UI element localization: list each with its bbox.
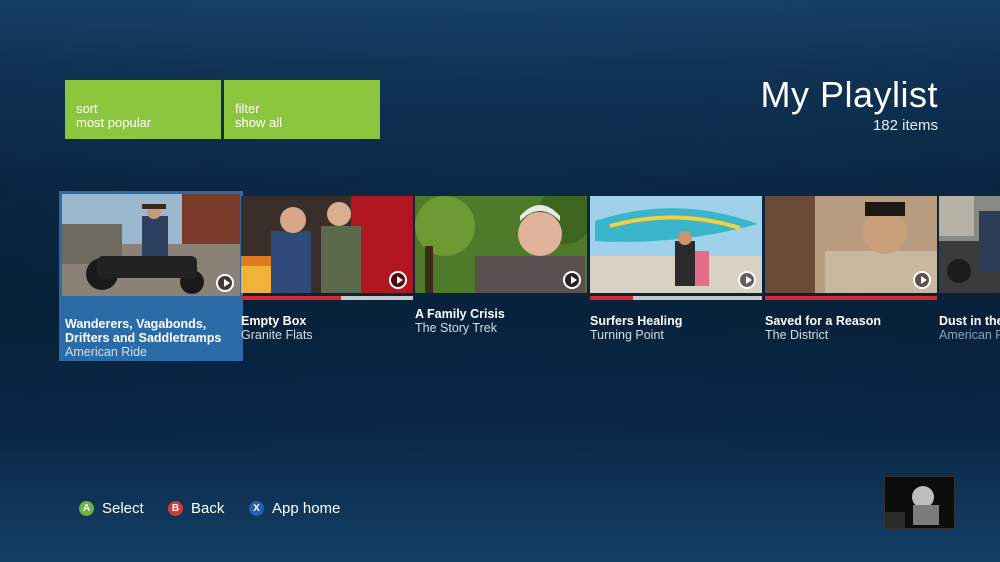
item-subtitle: Turning Point [590, 328, 664, 342]
item-title: Surfers Healing [590, 314, 683, 328]
sort-label: sort [76, 101, 98, 116]
watch-progress-fill [241, 296, 341, 300]
filter-label: filter [235, 101, 260, 116]
playlist-item[interactable]: A Family Crisis The Story Trek [415, 196, 587, 335]
watch-progress-fill [765, 296, 937, 300]
item-subtitle: Granite Flats [241, 328, 313, 342]
video-thumbnail [62, 194, 240, 296]
play-icon[interactable] [216, 274, 234, 292]
playlist-item[interactable]: Surfers Healing Turning Point [590, 196, 762, 342]
video-thumbnail [939, 196, 1000, 293]
watch-progress-fill [590, 296, 633, 300]
playlist-item[interactable]: Empty Box Granite Flats [241, 196, 413, 342]
app-home-hint-label: App home [272, 500, 341, 517]
item-subtitle: American Ride [65, 345, 147, 359]
app-home-hint: X App home [249, 500, 340, 517]
watch-progress-bar [765, 296, 937, 300]
play-icon[interactable] [913, 271, 931, 289]
video-thumbnail [765, 196, 937, 293]
playlist-item-selected[interactable]: Wanderers, Vagabonds, Drifters and Saddl… [59, 191, 243, 361]
live-preview-thumbnail [884, 476, 955, 529]
back-hint: B Back [168, 500, 224, 517]
playlist-item[interactable]: Saved for a Reason The District [765, 196, 937, 342]
item-title: Wanderers, Vagabonds, Drifters and Saddl… [65, 317, 222, 345]
select-hint-label: Select [102, 500, 144, 517]
item-subtitle: The Story Trek [415, 321, 497, 335]
video-thumbnail [415, 196, 587, 293]
watch-progress-bar [590, 296, 762, 300]
watch-progress-bar [241, 296, 413, 300]
item-subtitle: American R [939, 328, 1000, 342]
item-title: Empty Box [241, 314, 307, 328]
x-button-icon: X [249, 501, 264, 516]
video-thumbnail [241, 196, 413, 293]
filter-button[interactable]: filter show all [224, 80, 380, 139]
video-thumbnail [590, 196, 762, 293]
item-title: Saved for a Reason [765, 314, 882, 328]
play-icon[interactable] [738, 271, 756, 289]
select-hint: A Select [79, 500, 144, 517]
item-title: Dust in the [939, 314, 1000, 328]
b-button-icon: B [168, 501, 183, 516]
filter-value: show all [235, 115, 282, 130]
back-hint-label: Back [191, 500, 225, 517]
item-count: 182 items [872, 117, 938, 134]
playlist-item[interactable]: Dust in the American R [939, 196, 1000, 342]
sort-value: most popular [76, 115, 152, 130]
page-title: My Playlist [760, 74, 938, 115]
play-icon[interactable] [389, 271, 407, 289]
item-title: A Family Crisis [415, 307, 505, 321]
play-icon[interactable] [563, 271, 581, 289]
sort-button[interactable]: sort most popular [65, 80, 221, 139]
a-button-icon: A [79, 501, 94, 516]
item-subtitle: The District [765, 328, 829, 342]
